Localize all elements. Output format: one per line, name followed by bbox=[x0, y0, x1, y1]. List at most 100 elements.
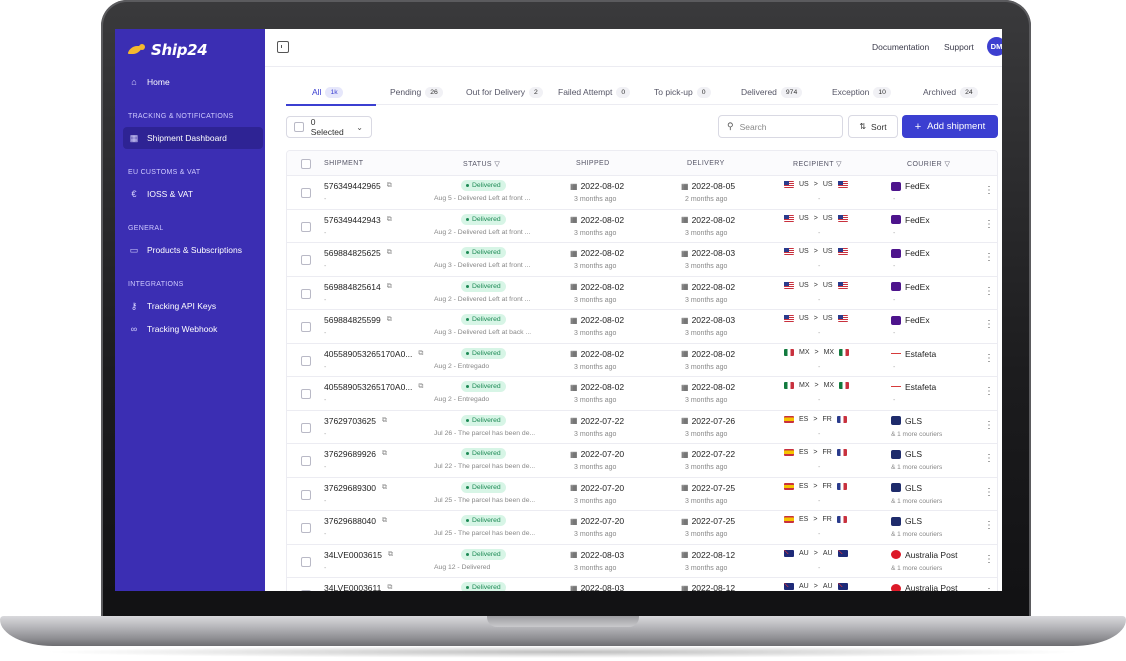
table-row[interactable]: 576349442943 ⧉ - Delivered Aug 2 - Delivered… bbox=[287, 210, 997, 243]
row-checkbox[interactable] bbox=[301, 255, 311, 265]
row-checkbox[interactable] bbox=[301, 188, 311, 198]
row-menu-icon[interactable]: ⋮ bbox=[984, 588, 994, 592]
column-header-shipped[interactable]: SHIPPED bbox=[576, 160, 610, 167]
sort-button[interactable]: ⇅ Sort bbox=[848, 115, 898, 138]
table-row[interactable]: 37629689926 ⧉ - Delivered Jul 22 - The parce… bbox=[287, 444, 997, 478]
shipment-id-cell[interactable]: 576349442965 ⧉ bbox=[324, 181, 392, 191]
copy-icon[interactable]: ⧉ bbox=[388, 551, 393, 559]
row-menu-icon[interactable]: ⋮ bbox=[984, 253, 994, 263]
copy-icon[interactable]: ⧉ bbox=[387, 249, 392, 257]
tab-exception[interactable]: Exception 10 bbox=[832, 85, 891, 99]
table-row[interactable]: 37629689300 ⧉ - Delivered Jul 25 - The parce… bbox=[287, 478, 997, 511]
sidebar-item-products-subscriptions[interactable]: ▭ Products & Subscriptions bbox=[123, 239, 263, 261]
sidebar-item-shipment-dashboard[interactable]: ▦ Shipment Dashboard bbox=[123, 127, 263, 149]
row-menu-icon[interactable]: ⋮ bbox=[984, 454, 994, 464]
bulk-select-dropdown[interactable]: 0 Selected ⌄ bbox=[286, 116, 372, 138]
table-row[interactable]: 576349442965 ⧉ - Delivered Aug 5 - Delivered… bbox=[287, 176, 997, 210]
copy-icon[interactable]: ⧉ bbox=[382, 484, 387, 492]
row-checkbox[interactable] bbox=[301, 556, 311, 567]
table-row[interactable]: 405589053265170A0... ⧉ - Delivered Aug 2 - E… bbox=[287, 344, 997, 377]
column-header-courier[interactable]: COURIER ▽ bbox=[907, 160, 950, 168]
copy-icon[interactable]: ⧉ bbox=[418, 350, 423, 358]
row-checkbox[interactable] bbox=[301, 523, 311, 533]
row-checkbox[interactable] bbox=[301, 221, 311, 232]
column-header-status[interactable]: STATUS ▽ bbox=[463, 160, 500, 168]
shipment-id-cell[interactable]: 576349442943 ⧉ bbox=[324, 215, 392, 225]
row-menu-icon[interactable]: ⋮ bbox=[984, 387, 994, 397]
copy-icon[interactable]: ⧉ bbox=[418, 383, 423, 391]
table-row[interactable]: 405589053265170A0... ⧉ - Delivered Aug 2 - E… bbox=[287, 377, 997, 411]
row-checkbox[interactable] bbox=[301, 590, 311, 591]
row-menu-icon[interactable]: ⋮ bbox=[984, 554, 994, 565]
shipment-id-cell[interactable]: 37629703625 ⧉ bbox=[324, 416, 387, 426]
shipment-id-cell[interactable]: 569884825599 ⧉ bbox=[324, 315, 392, 325]
shipment-id-cell[interactable]: 37629689300 ⧉ bbox=[324, 483, 387, 493]
tab-count: 0 bbox=[616, 86, 631, 98]
shipment-id-cell[interactable]: 569884825614 ⧉ bbox=[324, 282, 392, 292]
row-checkbox[interactable] bbox=[301, 456, 311, 466]
tab-archived[interactable]: Archived 24 bbox=[923, 85, 978, 99]
row-checkbox[interactable] bbox=[301, 422, 311, 433]
ship24-logo[interactable]: Ship24 bbox=[127, 41, 208, 59]
row-checkbox[interactable] bbox=[301, 322, 311, 332]
shipment-id-cell[interactable]: 34LVE0003611 ⧉ bbox=[324, 583, 392, 591]
column-header-delivery[interactable]: DELIVERY bbox=[687, 160, 725, 167]
row-checkbox[interactable] bbox=[301, 355, 311, 366]
row-menu-icon[interactable]: ⋮ bbox=[984, 521, 994, 531]
copy-icon[interactable]: ⧉ bbox=[382, 417, 387, 425]
collapse-sidebar-icon[interactable] bbox=[277, 41, 289, 53]
sidebar-item-tracking-webhook[interactable]: ∞ Tracking Webhook bbox=[123, 318, 263, 340]
table-row[interactable]: 37629688040 ⧉ - Delivered Jul 25 - The parce… bbox=[287, 511, 997, 545]
table-row[interactable]: 34LVE0003615 ⧉ - Delivered Aug 12 - Delivere… bbox=[287, 545, 997, 578]
copy-icon[interactable]: ⧉ bbox=[387, 283, 392, 291]
tab-pending[interactable]: Pending 26 bbox=[390, 85, 443, 99]
row-menu-icon[interactable]: ⋮ bbox=[984, 353, 994, 364]
shipment-id-cell[interactable]: 405589053265170A0... ⧉ bbox=[324, 382, 423, 392]
sidebar-item-home[interactable]: ⌂ Home bbox=[123, 71, 263, 93]
support-link[interactable]: Support bbox=[944, 42, 974, 52]
column-header-recipient[interactable]: RECIPIENT ▽ bbox=[793, 160, 842, 168]
copy-icon[interactable]: ⧉ bbox=[387, 182, 392, 190]
row-menu-icon[interactable]: ⋮ bbox=[984, 420, 994, 431]
avatar[interactable]: DM bbox=[987, 37, 1002, 56]
row-menu-icon[interactable]: ⋮ bbox=[984, 487, 994, 498]
tab-failed-attempt[interactable]: Failed Attempt 0 bbox=[558, 85, 631, 99]
tab-all[interactable]: All 1k bbox=[312, 85, 343, 99]
copy-icon[interactable]: ⧉ bbox=[387, 316, 392, 324]
row-menu-icon[interactable]: ⋮ bbox=[984, 286, 994, 297]
row-checkbox[interactable] bbox=[301, 288, 311, 299]
select-all-checkbox[interactable] bbox=[294, 122, 304, 132]
copy-icon[interactable]: ⧉ bbox=[387, 584, 392, 591]
origin-flag-icon bbox=[784, 382, 794, 389]
copy-icon[interactable]: ⧉ bbox=[382, 450, 387, 458]
sidebar-item-ioss-vat[interactable]: € IOSS & VAT bbox=[123, 183, 263, 205]
table-row[interactable]: 569884825614 ⧉ - Delivered Aug 2 - Delivered… bbox=[287, 277, 997, 310]
documentation-link[interactable]: Documentation bbox=[872, 42, 929, 52]
search-input[interactable]: ⚲ Search bbox=[718, 115, 843, 138]
add-shipment-button[interactable]: + Add shipment bbox=[902, 115, 998, 138]
table-row[interactable]: 569884825625 ⧉ - Delivered Aug 3 - Delivered… bbox=[287, 243, 997, 277]
table-row[interactable]: 34LVE0003611⧉-Delivered▦2022-08-03▦2022-… bbox=[287, 578, 997, 592]
table-row[interactable]: 569884825599 ⧉ - Delivered Aug 3 - Delivered… bbox=[287, 310, 997, 344]
shipped-date: ▦ 2022-08-03 bbox=[570, 549, 625, 560]
row-checkbox[interactable] bbox=[301, 489, 311, 500]
copy-icon[interactable]: ⧉ bbox=[387, 216, 392, 224]
shipment-id-cell[interactable]: 405589053265170A0... ⧉ bbox=[324, 349, 423, 359]
column-header-shipment[interactable]: SHIPMENT bbox=[324, 160, 363, 167]
shipment-id-cell[interactable]: 34LVE0003615 ⧉ bbox=[324, 550, 393, 560]
row-menu-icon[interactable]: ⋮ bbox=[984, 320, 994, 330]
table-row[interactable]: 37629703625 ⧉ - Delivered Jul 26 - The parce… bbox=[287, 411, 997, 444]
shipment-id-cell[interactable]: 37629689926 ⧉ bbox=[324, 449, 387, 459]
tab-delivered[interactable]: Delivered 974 bbox=[741, 85, 803, 99]
copy-icon[interactable]: ⧉ bbox=[382, 517, 387, 525]
tab-to-pick-up[interactable]: To pick-up 0 bbox=[654, 85, 711, 99]
row-checkbox[interactable] bbox=[301, 389, 311, 399]
status-note: Aug 12 - Delivered bbox=[434, 563, 491, 571]
shipment-id-cell[interactable]: 569884825625 ⧉ bbox=[324, 248, 392, 258]
sidebar-item-tracking-api-keys[interactable]: ⚷ Tracking API Keys bbox=[123, 295, 263, 317]
row-menu-icon[interactable]: ⋮ bbox=[984, 219, 994, 230]
row-menu-icon[interactable]: ⋮ bbox=[984, 186, 994, 196]
tab-out-for-delivery[interactable]: Out for Delivery 2 bbox=[466, 85, 543, 99]
header-checkbox[interactable] bbox=[301, 159, 311, 169]
shipment-id-cell[interactable]: 37629688040 ⧉ bbox=[324, 516, 387, 526]
